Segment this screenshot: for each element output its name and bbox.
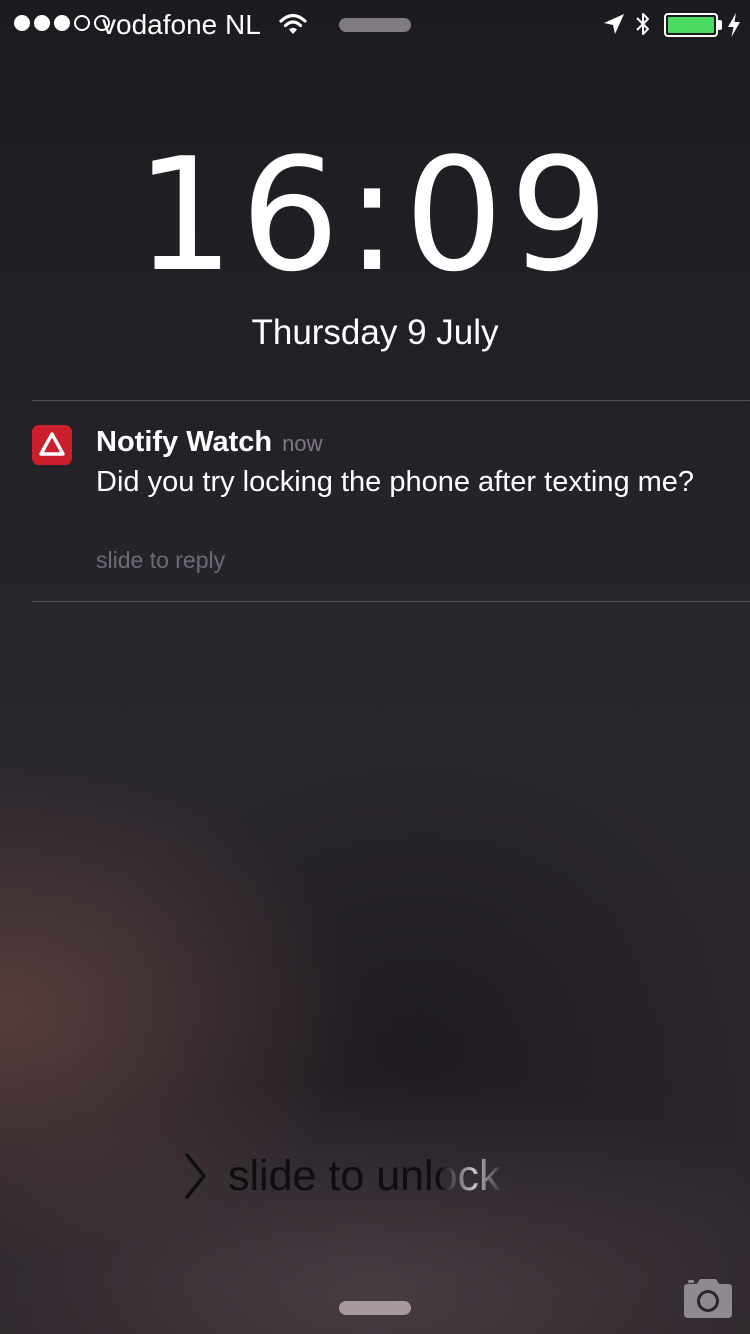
- battery-icon: [664, 13, 718, 37]
- signal-strength-indicator: [14, 15, 110, 31]
- battery-cap: [718, 20, 722, 30]
- bluetooth-icon: [636, 13, 649, 35]
- chevron-right-icon: [185, 1153, 206, 1199]
- wifi-icon: [279, 13, 307, 34]
- battery-level-fill: [668, 17, 714, 33]
- lightning-bolt-icon: [728, 13, 740, 37]
- lock-screen-time: 16:09: [135, 124, 615, 306]
- camera-icon[interactable]: [680, 1276, 736, 1320]
- slide-to-unlock-label: slide to unlock: [228, 1151, 501, 1200]
- notification-center-handle[interactable]: [339, 18, 411, 32]
- notification-message: Did you try locking the phone after text…: [96, 466, 695, 498]
- location-arrow-icon: [604, 14, 624, 34]
- signal-dot-filled: [54, 15, 70, 31]
- signal-dot-empty: [74, 15, 90, 31]
- signal-dot-filled: [34, 15, 50, 31]
- warning-triangle-icon: [32, 425, 72, 465]
- status-bar: vodafone NL: [0, 0, 750, 50]
- notification-slide-to-reply[interactable]: slide to reply: [96, 547, 225, 574]
- notification-divider-bottom: [32, 601, 750, 602]
- notification-header: Notify Watch now: [96, 426, 323, 459]
- lock-screen-date: Thursday 9 July: [251, 313, 499, 352]
- notification-app-name: Notify Watch: [96, 426, 273, 458]
- slide-to-unlock[interactable]: slide to unlock: [182, 1148, 501, 1204]
- signal-dot-filled: [14, 15, 30, 31]
- notification-item[interactable]: Notify Watch now Did you try locking the …: [0, 401, 750, 601]
- control-center-handle[interactable]: [339, 1301, 411, 1315]
- notification-time: now: [282, 431, 323, 456]
- carrier-name: vodafone NL: [102, 9, 261, 40]
